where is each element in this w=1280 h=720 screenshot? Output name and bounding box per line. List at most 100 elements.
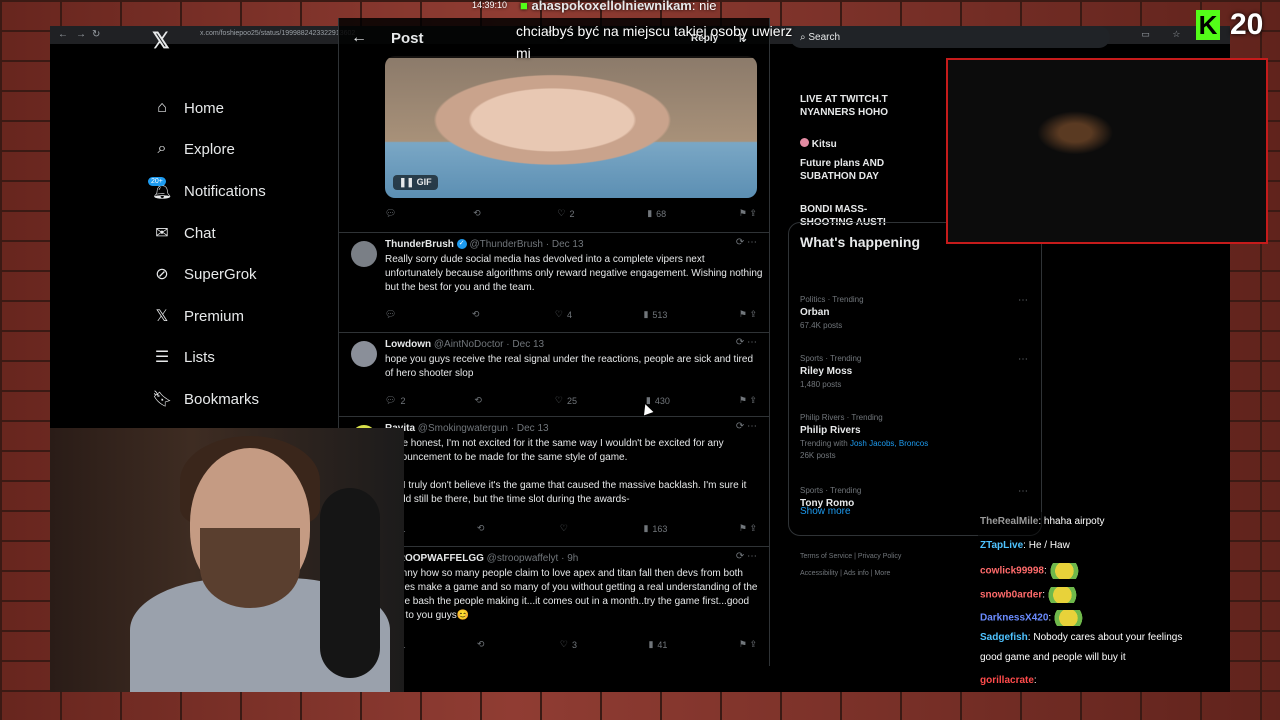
sidebar-item-home[interactable]: ⌂ Home <box>152 93 224 123</box>
views-icon[interactable]: ▮ 513 <box>643 309 667 320</box>
retweet-icon[interactable]: ⟲ <box>473 208 485 219</box>
more-icon[interactable]: ⟳ ⋯ <box>736 551 757 562</box>
footer-link[interactable]: Accessibility <box>800 570 838 577</box>
views-icon[interactable]: ▮ 163 <box>643 523 667 534</box>
footer-link[interactable]: Privacy Policy <box>858 553 902 560</box>
avatar[interactable] <box>351 241 377 267</box>
bell-icon: 🔔︎ 20+ <box>148 177 172 201</box>
sidebar-item-label: SuperGrok <box>184 265 257 283</box>
author-handle[interactable]: @AintNoDoctor <box>434 339 504 350</box>
tweet-actions: 💬︎1 ⟲ ♡3 ▮41 ⚑ ⇪ <box>385 639 757 650</box>
like-icon[interactable]: ♡ 25 <box>555 395 577 406</box>
whats-happening-title: What's happening <box>800 234 920 250</box>
like-icon[interactable]: ♡ 2 <box>557 208 574 219</box>
show-more-link[interactable]: Show more <box>800 506 851 517</box>
tweet-text: Really sorry dude social media has devol… <box>385 254 763 293</box>
views-icon[interactable]: ▮ 41 <box>648 639 667 650</box>
retweet-icon[interactable]: ⟲ <box>472 309 484 320</box>
gif-media[interactable]: ❚❚ GIF <box>385 56 757 198</box>
like-icon[interactable]: ♡ <box>560 523 572 534</box>
more-icon[interactable]: ⋯ <box>1018 354 1028 365</box>
post-actions: 💬︎ ⟲ ♡ 2 ▮ 68 ⚑ ⇪ <box>385 208 757 219</box>
bookmark-share-icons[interactable]: ⚑ ⇪ <box>739 639 757 650</box>
back-arrow-icon[interactable]: ← <box>351 29 367 47</box>
footer-link[interactable]: Terms of Service <box>800 553 852 560</box>
avatar[interactable] <box>351 341 377 367</box>
kick-logo-icon: K <box>1196 10 1220 40</box>
trend-item[interactable]: Sports · Trending Riley Moss 1,480 posts… <box>800 354 1028 389</box>
like-icon[interactable]: ♡ 3 <box>560 639 577 650</box>
sidebar-item-premium[interactable]: 𝕏 Premium <box>152 301 244 331</box>
author-handle[interactable]: @stroopwaffelyt <box>487 553 559 564</box>
chat-line: cowlick99998: <box>980 563 1086 579</box>
sidebar-item-explore[interactable]: ⌕ Explore <box>152 134 235 164</box>
sidebar-item-label: Chat <box>184 224 216 242</box>
author-name[interactable]: Lowdown <box>385 339 431 350</box>
more-icon[interactable]: ⟳ ⋯ <box>736 421 757 432</box>
search-input[interactable]: ⌕ Search <box>790 26 1110 48</box>
microphone <box>320 488 380 678</box>
trend-item[interactable]: Philip Rivers · Trending Philip Rivers T… <box>800 413 1028 460</box>
sidebar-item-label: Explore <box>184 140 235 158</box>
list-icon: ☰ <box>154 349 170 366</box>
reply-tweet[interactable]: ThunderBrush ✓ @ThunderBrush · Dec 13 ⟳ … <box>339 232 769 333</box>
overlay-chat-text: chciałbyś być na miejscu takiej osoby uw… <box>516 23 793 61</box>
footer-links: Terms of Service | Privacy Policy Access… <box>800 553 902 577</box>
tweet-header: STROOPWAFFELGG @stroopwaffelyt · 9h <box>385 553 579 564</box>
more-icon[interactable]: ⟳ ⋯ <box>736 337 757 348</box>
more-icon[interactable]: ⟳ ⋯ <box>736 237 757 248</box>
sidebar-item-chat[interactable]: ✉ Chat <box>152 218 216 248</box>
live-trend[interactable]: Future plans AND SUBATHON DAY <box>800 157 884 183</box>
tweet-text: I'll be honest, I'm not excited for it t… <box>385 437 763 507</box>
like-icon[interactable]: ♡ 4 <box>555 309 572 320</box>
reply-icon[interactable]: 💬︎ 2 <box>385 395 405 406</box>
tweet-actions: 💬︎ ⟲ ♡ 4 ▮ 513 ⚑ ⇪ <box>385 309 757 320</box>
forward-arrow-icon[interactable]: → <box>76 29 86 40</box>
retweet-icon[interactable]: ⟲ <box>474 395 486 406</box>
url-text[interactable]: x.com/foshiepoo25/status/199988242332291… <box>200 30 355 37</box>
pause-icon[interactable]: ❚❚ <box>399 177 414 187</box>
author-name[interactable]: ThunderBrush <box>385 239 454 250</box>
views-icon[interactable]: ▮ 68 <box>647 208 666 219</box>
live-trend[interactable]: LIVE AT TWITCH.T NYANNERS HOHO <box>800 93 888 119</box>
sidebar-item-lists[interactable]: ☰ Lists <box>152 342 215 372</box>
gif-badge: ❚❚ GIF <box>393 175 438 190</box>
author-handle[interactable]: @Smokingwatergun <box>418 423 508 434</box>
more-icon[interactable]: ⋯ <box>1018 295 1028 306</box>
x-logo-icon[interactable]: 𝕏 <box>152 28 170 54</box>
bookmark-share-icons[interactable]: ⚑ ⇪ <box>739 523 757 534</box>
avatar <box>800 138 809 147</box>
trend-user[interactable]: Kitsu <box>800 138 837 151</box>
retweet-icon[interactable]: ⟲ <box>477 639 489 650</box>
trend-item[interactable]: Politics · Trending Orban 67.4K posts ⋯ <box>800 295 1028 330</box>
more-icon[interactable]: ⋯ <box>1018 486 1028 497</box>
author-handle[interactable]: @ThunderBrush <box>469 239 543 250</box>
tweet-paragraph: I'll be honest, I'm not excited for it t… <box>385 438 724 463</box>
notification-badge: 20+ <box>148 177 166 186</box>
tweet-actions: 💬︎1 ⟲ ♡ ▮163 ⚑ ⇪ <box>385 523 757 534</box>
sidebar-item-label: Notifications <box>184 182 266 200</box>
sidebar-item-notifications[interactable]: 🔔︎ 20+ Notifications <box>148 176 266 206</box>
back-arrow-icon[interactable]: ← <box>58 29 68 40</box>
tweet-date: Dec 13 <box>516 423 549 434</box>
emote-icon <box>1049 563 1086 579</box>
footer-link[interactable]: More <box>874 570 890 577</box>
bookmark-share-icons[interactable]: ⚑ ⇪ <box>739 309 757 320</box>
bookmark-share-icons[interactable]: ⚑ ⇪ <box>739 395 757 406</box>
footer-link[interactable]: Ads info <box>843 570 868 577</box>
sidebar-item-label: Premium <box>184 307 245 325</box>
reply-tweet[interactable]: Lowdown @AintNoDoctor · Dec 13 ⟳ ⋯ hope … <box>339 332 769 417</box>
sidebar-item-bookmarks[interactable]: 🔖︎ Bookmarks <box>152 384 259 414</box>
stream-clock: 14:39:10 <box>472 0 508 10</box>
chat-line: good game and people will buy it <box>980 652 1126 663</box>
reply-icon[interactable]: 💬︎ <box>385 208 400 219</box>
reply-icon[interactable]: 💬︎ <box>385 309 400 320</box>
sidebar-item-supergrok[interactable]: ⊘ SuperGrok <box>152 259 257 289</box>
reload-icon[interactable]: ↻ <box>92 29 100 40</box>
trend-context-link[interactable]: Josh Jacobs, Broncos <box>850 439 928 448</box>
sidebar-item-label: Home <box>184 99 225 117</box>
retweet-icon[interactable]: ⟲ <box>477 523 489 534</box>
chat-line: Sadgefish: Nobody cares about your feeli… <box>980 632 1183 643</box>
bookmark-share-icons[interactable]: ⚑ ⇪ <box>739 208 757 219</box>
emote-icon <box>1053 610 1090 626</box>
